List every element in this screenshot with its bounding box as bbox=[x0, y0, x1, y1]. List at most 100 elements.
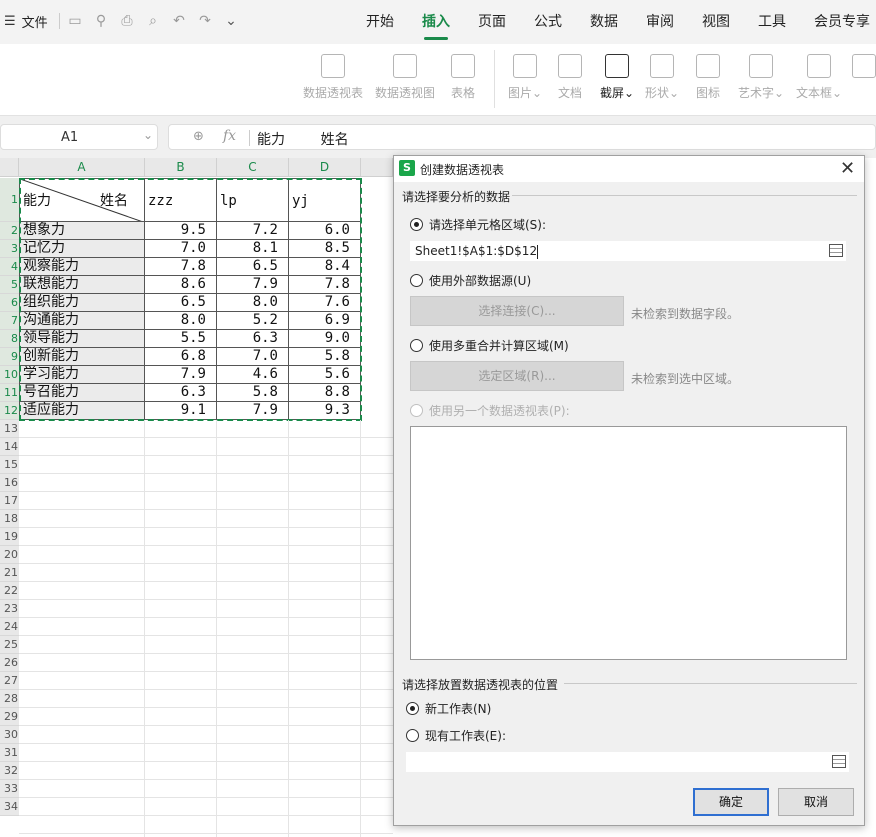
existing-sheet-input[interactable] bbox=[406, 752, 849, 772]
value-cell[interactable]: 9.0 bbox=[289, 330, 361, 348]
tab-9[interactable]: 会员专享 bbox=[800, 0, 876, 44]
zoom-icon[interactable]: ⊕ bbox=[193, 129, 204, 144]
row-header[interactable]: 16 bbox=[0, 474, 19, 492]
textbox-button[interactable]: 文本框⌄ bbox=[796, 54, 842, 101]
cell-d1[interactable]: yj bbox=[289, 178, 361, 222]
row-label-cell[interactable]: 组织能力 bbox=[19, 294, 145, 312]
value-cell[interactable]: 8.1 bbox=[217, 240, 289, 258]
row-header[interactable]: 2 bbox=[0, 222, 19, 240]
value-cell[interactable]: 8.0 bbox=[217, 294, 289, 312]
value-cell[interactable]: 9.3 bbox=[289, 402, 361, 420]
row-label-cell[interactable]: 记忆力 bbox=[19, 240, 145, 258]
tab-8[interactable]: 工具 bbox=[744, 0, 800, 44]
row-header[interactable]: 31 bbox=[0, 744, 19, 762]
screenshot-button[interactable]: 截屏⌄ bbox=[600, 54, 634, 101]
row-label-cell[interactable]: 创新能力 bbox=[19, 348, 145, 366]
row-header[interactable]: 19 bbox=[0, 528, 19, 546]
value-cell[interactable]: 7.8 bbox=[289, 276, 361, 294]
column-header[interactable] bbox=[361, 158, 393, 177]
row-header[interactable]: 22 bbox=[0, 582, 19, 600]
row-header[interactable]: 4 bbox=[0, 258, 19, 276]
column-header[interactable]: B bbox=[145, 158, 217, 177]
value-cell[interactable]: 7.8 bbox=[145, 258, 217, 276]
print-icon[interactable]: ⎙ bbox=[118, 12, 136, 30]
undo-icon[interactable]: ↶ bbox=[170, 12, 188, 30]
row-header[interactable]: 18 bbox=[0, 510, 19, 528]
value-cell[interactable]: 7.9 bbox=[217, 402, 289, 420]
cell-c1[interactable]: lp bbox=[217, 178, 289, 222]
value-cell[interactable]: 4.6 bbox=[217, 366, 289, 384]
row-header[interactable]: 34 bbox=[0, 798, 19, 816]
radio-other-pivot[interactable]: 使用另一个数据透视表(P): bbox=[410, 402, 570, 419]
value-cell[interactable]: 5.5 bbox=[145, 330, 217, 348]
row-header[interactable]: 28 bbox=[0, 690, 19, 708]
cancel-button[interactable]: 取消 bbox=[778, 788, 854, 816]
value-cell[interactable]: 7.6 bbox=[289, 294, 361, 312]
row-header[interactable]: 15 bbox=[0, 456, 19, 474]
chevron-down-icon[interactable]: ⌄ bbox=[222, 12, 240, 30]
row-header[interactable]: 1 bbox=[0, 178, 19, 222]
tab-4[interactable]: 公式 bbox=[520, 0, 576, 44]
column-header[interactable]: A bbox=[19, 158, 145, 177]
share-icon[interactable]: ⚲ bbox=[92, 12, 110, 30]
row-label-cell[interactable]: 沟通能力 bbox=[19, 312, 145, 330]
row-header[interactable]: 25 bbox=[0, 636, 19, 654]
row-header[interactable]: 6 bbox=[0, 294, 19, 312]
row-header[interactable]: 24 bbox=[0, 618, 19, 636]
pivot-list-box[interactable] bbox=[410, 426, 847, 660]
row-header[interactable]: 3 bbox=[0, 240, 19, 258]
wordart-button[interactable]: 艺术字⌄ bbox=[738, 54, 784, 101]
value-cell[interactable]: 6.0 bbox=[289, 222, 361, 240]
value-cell[interactable]: 9.1 bbox=[145, 402, 217, 420]
value-cell[interactable]: 7.9 bbox=[217, 276, 289, 294]
value-cell[interactable]: 5.8 bbox=[289, 348, 361, 366]
row-label-cell[interactable]: 学习能力 bbox=[19, 366, 145, 384]
value-cell[interactable]: 6.3 bbox=[217, 330, 289, 348]
row-label-cell[interactable]: 联想能力 bbox=[19, 276, 145, 294]
value-cell[interactable]: 6.5 bbox=[145, 294, 217, 312]
row-header[interactable]: 8 bbox=[0, 330, 19, 348]
row-header[interactable]: 33 bbox=[0, 780, 19, 798]
radio-external-source[interactable]: 使用外部数据源(U) bbox=[410, 272, 531, 289]
file-menu[interactable]: ☰ 文件 bbox=[4, 12, 48, 31]
row-header[interactable]: 9 bbox=[0, 348, 19, 366]
value-cell[interactable]: 9.5 bbox=[145, 222, 217, 240]
cell-a1[interactable]: 能力 姓名 bbox=[19, 178, 145, 222]
row-header[interactable]: 30 bbox=[0, 726, 19, 744]
save-icon[interactable]: ▭ bbox=[66, 12, 84, 30]
document-button[interactable]: 文档 bbox=[558, 54, 582, 101]
row-header[interactable]: 26 bbox=[0, 654, 19, 672]
value-cell[interactable]: 7.2 bbox=[217, 222, 289, 240]
column-header[interactable]: D bbox=[289, 158, 361, 177]
row-header[interactable]: 21 bbox=[0, 564, 19, 582]
print-preview-icon[interactable]: ⌕ bbox=[144, 12, 162, 30]
picture-button[interactable]: 图片⌄ bbox=[508, 54, 542, 101]
value-cell[interactable]: 5.6 bbox=[289, 366, 361, 384]
select-all-corner[interactable] bbox=[0, 158, 19, 177]
row-header[interactable]: 11 bbox=[0, 384, 19, 402]
tab-2[interactable]: 插入 bbox=[408, 0, 464, 44]
more-insert-button[interactable] bbox=[852, 54, 876, 84]
formula-input[interactable]: ⊕ fx 能力 姓名 bbox=[168, 124, 876, 150]
value-cell[interactable]: 7.0 bbox=[145, 240, 217, 258]
row-label-cell[interactable]: 想象力 bbox=[19, 222, 145, 240]
value-cell[interactable]: 8.4 bbox=[289, 258, 361, 276]
range-picker-icon[interactable] bbox=[832, 755, 846, 768]
value-cell[interactable]: 6.9 bbox=[289, 312, 361, 330]
row-header[interactable]: 14 bbox=[0, 438, 19, 456]
value-cell[interactable]: 7.9 bbox=[145, 366, 217, 384]
name-box[interactable]: A1 ⌄ bbox=[0, 124, 158, 150]
row-header[interactable]: 32 bbox=[0, 762, 19, 780]
value-cell[interactable]: 5.2 bbox=[217, 312, 289, 330]
close-icon[interactable]: ✕ bbox=[840, 158, 855, 179]
row-header[interactable]: 27 bbox=[0, 672, 19, 690]
value-cell[interactable]: 6.5 bbox=[217, 258, 289, 276]
value-cell[interactable]: 8.0 bbox=[145, 312, 217, 330]
row-header[interactable]: 17 bbox=[0, 492, 19, 510]
value-cell[interactable]: 5.8 bbox=[217, 384, 289, 402]
row-header[interactable]: 12 bbox=[0, 402, 19, 420]
fx-icon[interactable]: fx bbox=[223, 128, 236, 144]
tab-3[interactable]: 页面 bbox=[464, 0, 520, 44]
value-cell[interactable]: 8.8 bbox=[289, 384, 361, 402]
choose-connection-button[interactable]: 选择连接(C)... bbox=[410, 296, 624, 326]
